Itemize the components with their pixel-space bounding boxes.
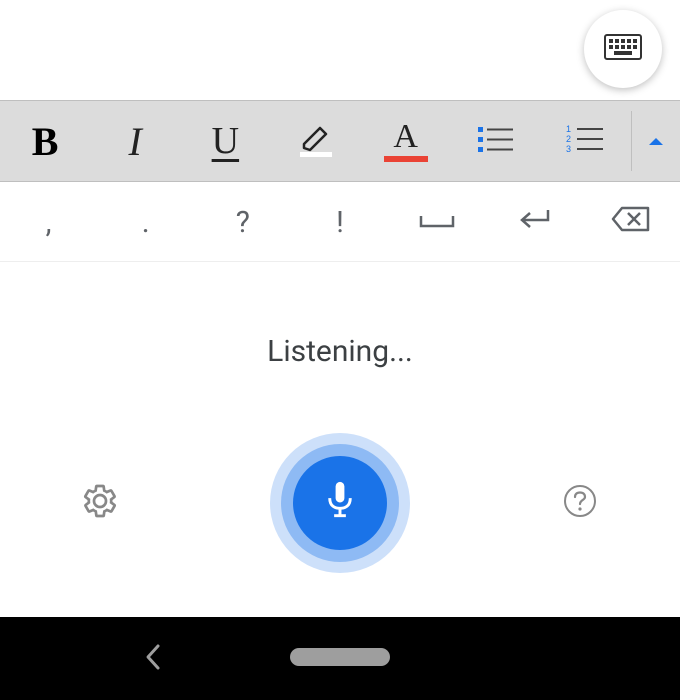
keyboard-icon: [604, 34, 642, 64]
format-toolbar: B I U A 123: [0, 100, 680, 182]
punctuation-row: , . ? !: [0, 184, 680, 262]
text-color-icon: A: [384, 120, 428, 162]
highlight-icon: [294, 118, 336, 164]
help-icon: [562, 504, 598, 523]
underline-icon: U: [212, 119, 239, 163]
comma-key[interactable]: ,: [0, 184, 97, 261]
voice-settings-button[interactable]: [82, 483, 118, 523]
exclaim-key[interactable]: !: [291, 184, 388, 261]
voice-input-panel: Listening...: [0, 262, 680, 617]
space-key[interactable]: [389, 184, 486, 261]
comma-label: ,: [46, 205, 52, 240]
numbered-list-icon: 123: [566, 124, 606, 158]
bold-icon: B: [32, 118, 59, 165]
period-label: .: [142, 205, 150, 240]
backspace-key[interactable]: [583, 184, 680, 261]
italic-button[interactable]: I: [90, 101, 180, 181]
voice-status-text: Listening...: [0, 334, 680, 369]
home-pill-icon: [290, 648, 390, 670]
return-icon: [514, 205, 554, 240]
bullet-list-icon: [476, 124, 516, 158]
question-key[interactable]: ?: [194, 184, 291, 261]
collapse-toolbar-button[interactable]: [632, 101, 680, 181]
app-header: [0, 0, 680, 100]
bullet-list-button[interactable]: [451, 101, 541, 181]
nav-home-button[interactable]: [310, 629, 370, 689]
bold-button[interactable]: B: [0, 101, 90, 181]
svg-text:1: 1: [566, 124, 571, 134]
underline-button[interactable]: U: [180, 101, 270, 181]
mic-button[interactable]: [270, 433, 410, 573]
highlight-button[interactable]: [270, 101, 360, 181]
italic-icon: I: [129, 118, 142, 165]
gear-icon: [82, 504, 118, 523]
microphone-icon: [322, 479, 358, 527]
svg-text:3: 3: [566, 144, 571, 154]
nav-spacer: [497, 629, 557, 689]
svg-text:2: 2: [566, 134, 571, 144]
chevron-left-icon: [143, 642, 163, 676]
question-label: ?: [236, 205, 250, 240]
text-color-button[interactable]: A: [361, 101, 451, 181]
space-icon: [417, 205, 457, 240]
numbered-list-button[interactable]: 123: [541, 101, 631, 181]
keyboard-toggle-button[interactable]: [584, 10, 662, 88]
voice-help-button[interactable]: [562, 483, 598, 523]
period-key[interactable]: .: [97, 184, 194, 261]
nav-back-button[interactable]: [123, 629, 183, 689]
android-nav-bar: [0, 617, 680, 700]
backspace-icon: [610, 204, 652, 242]
chevron-up-icon: [647, 132, 665, 151]
newline-key[interactable]: [486, 184, 583, 261]
exclaim-label: !: [336, 205, 344, 240]
